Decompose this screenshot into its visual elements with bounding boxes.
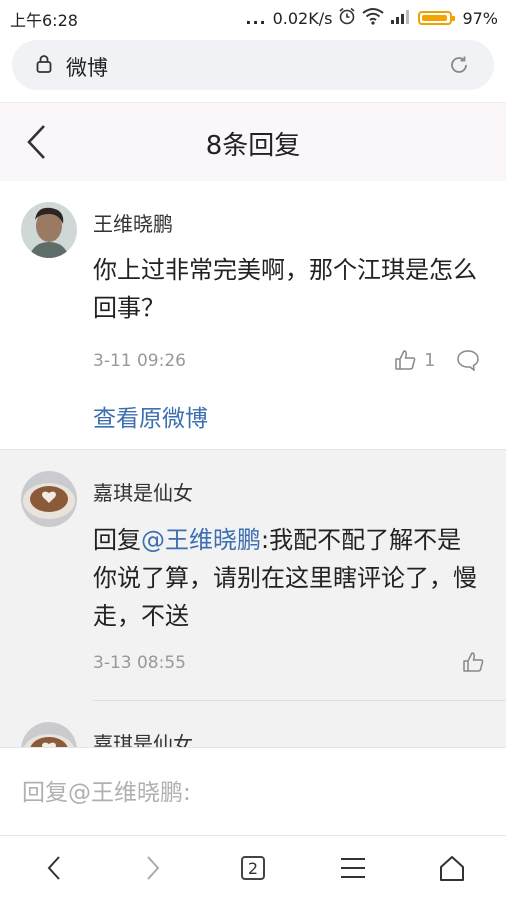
- reply-item: 嘉琪是仙女 回复@王维晓鹏:我配不配了解不是你说了算，请别在这里瞎评论了，慢走，…: [0, 450, 506, 720]
- comment-author[interactable]: 王维晓鹏: [93, 208, 173, 237]
- divider: [93, 700, 506, 701]
- chevron-left-icon: [47, 856, 60, 880]
- status-time: 上午6:28: [10, 11, 78, 30]
- comment-time: 3-11 09:26: [93, 351, 186, 371]
- reply-input[interactable]: [22, 776, 482, 810]
- chevron-right-icon: [147, 856, 160, 880]
- browser-bottom-nav: 2: [0, 835, 506, 901]
- tab-count: 2: [241, 856, 265, 880]
- status-dots: ...: [245, 8, 267, 28]
- comment-text: 你上过非常完美啊，那个江琪是怎么回事？: [93, 256, 477, 322]
- reply-author[interactable]: 嘉琪是仙女: [93, 728, 193, 747]
- mention-link[interactable]: @王维晓鹏: [141, 526, 261, 554]
- comment-list[interactable]: 王维晓鹏 你上过非常完美啊，那个江琪是怎么回事？ 3-11 09:26 1 查看…: [0, 181, 506, 747]
- reply-prefix: 回复: [93, 526, 141, 554]
- comment-icon[interactable]: [456, 349, 480, 375]
- page-header: 8条回复: [0, 102, 506, 182]
- avatar[interactable]: [21, 202, 77, 258]
- reply-time: 3-13 08:55: [93, 653, 186, 673]
- battery-icon: [418, 11, 456, 25]
- thumbs-up-icon: [395, 350, 416, 370]
- address-bar[interactable]: 微博: [12, 40, 494, 90]
- reply-item: 嘉琪是仙女: [0, 720, 506, 747]
- nav-forward-button[interactable]: [133, 850, 173, 886]
- menu-button[interactable]: [333, 850, 373, 886]
- alarm-icon: [338, 7, 356, 29]
- view-original-link[interactable]: 查看原微博: [93, 399, 208, 433]
- signal-icon: [390, 8, 412, 28]
- status-bar: 上午6:28 ... 0.02K/s 97%: [0, 0, 506, 34]
- status-right: ... 0.02K/s 97%: [245, 7, 498, 29]
- like-count: 1: [424, 349, 436, 371]
- like-button[interactable]: 1: [394, 349, 435, 371]
- tabs-button[interactable]: 2: [233, 850, 273, 886]
- home-button[interactable]: [432, 850, 472, 886]
- battery-percent: 97%: [462, 8, 498, 28]
- address-text: 微博: [66, 56, 108, 80]
- home-icon: [440, 856, 464, 881]
- reply-bar: [0, 747, 506, 836]
- avatar[interactable]: [21, 471, 77, 527]
- nav-back-button[interactable]: [34, 850, 74, 886]
- reply-author[interactable]: 嘉琪是仙女: [93, 477, 193, 506]
- browser-toolbar: 微博: [0, 34, 506, 102]
- avatar[interactable]: [21, 722, 77, 747]
- network-speed: 0.02K/s: [272, 8, 333, 28]
- menu-icon: [341, 858, 365, 878]
- reply-text: 回复@王维晓鹏:我配不配了解不是你说了算，请别在这里瞎评论了，慢走，不送: [93, 521, 484, 635]
- main-comment: 王维晓鹏 你上过非常完美啊，那个江琪是怎么回事？ 3-11 09:26 1 查看…: [0, 181, 506, 450]
- thumbs-up-icon: [463, 652, 484, 672]
- refresh-icon[interactable]: [448, 54, 470, 80]
- like-button[interactable]: [462, 651, 484, 673]
- lock-icon: [36, 54, 52, 78]
- page-title: 8条回复: [205, 131, 301, 161]
- wifi-icon: [362, 7, 385, 29]
